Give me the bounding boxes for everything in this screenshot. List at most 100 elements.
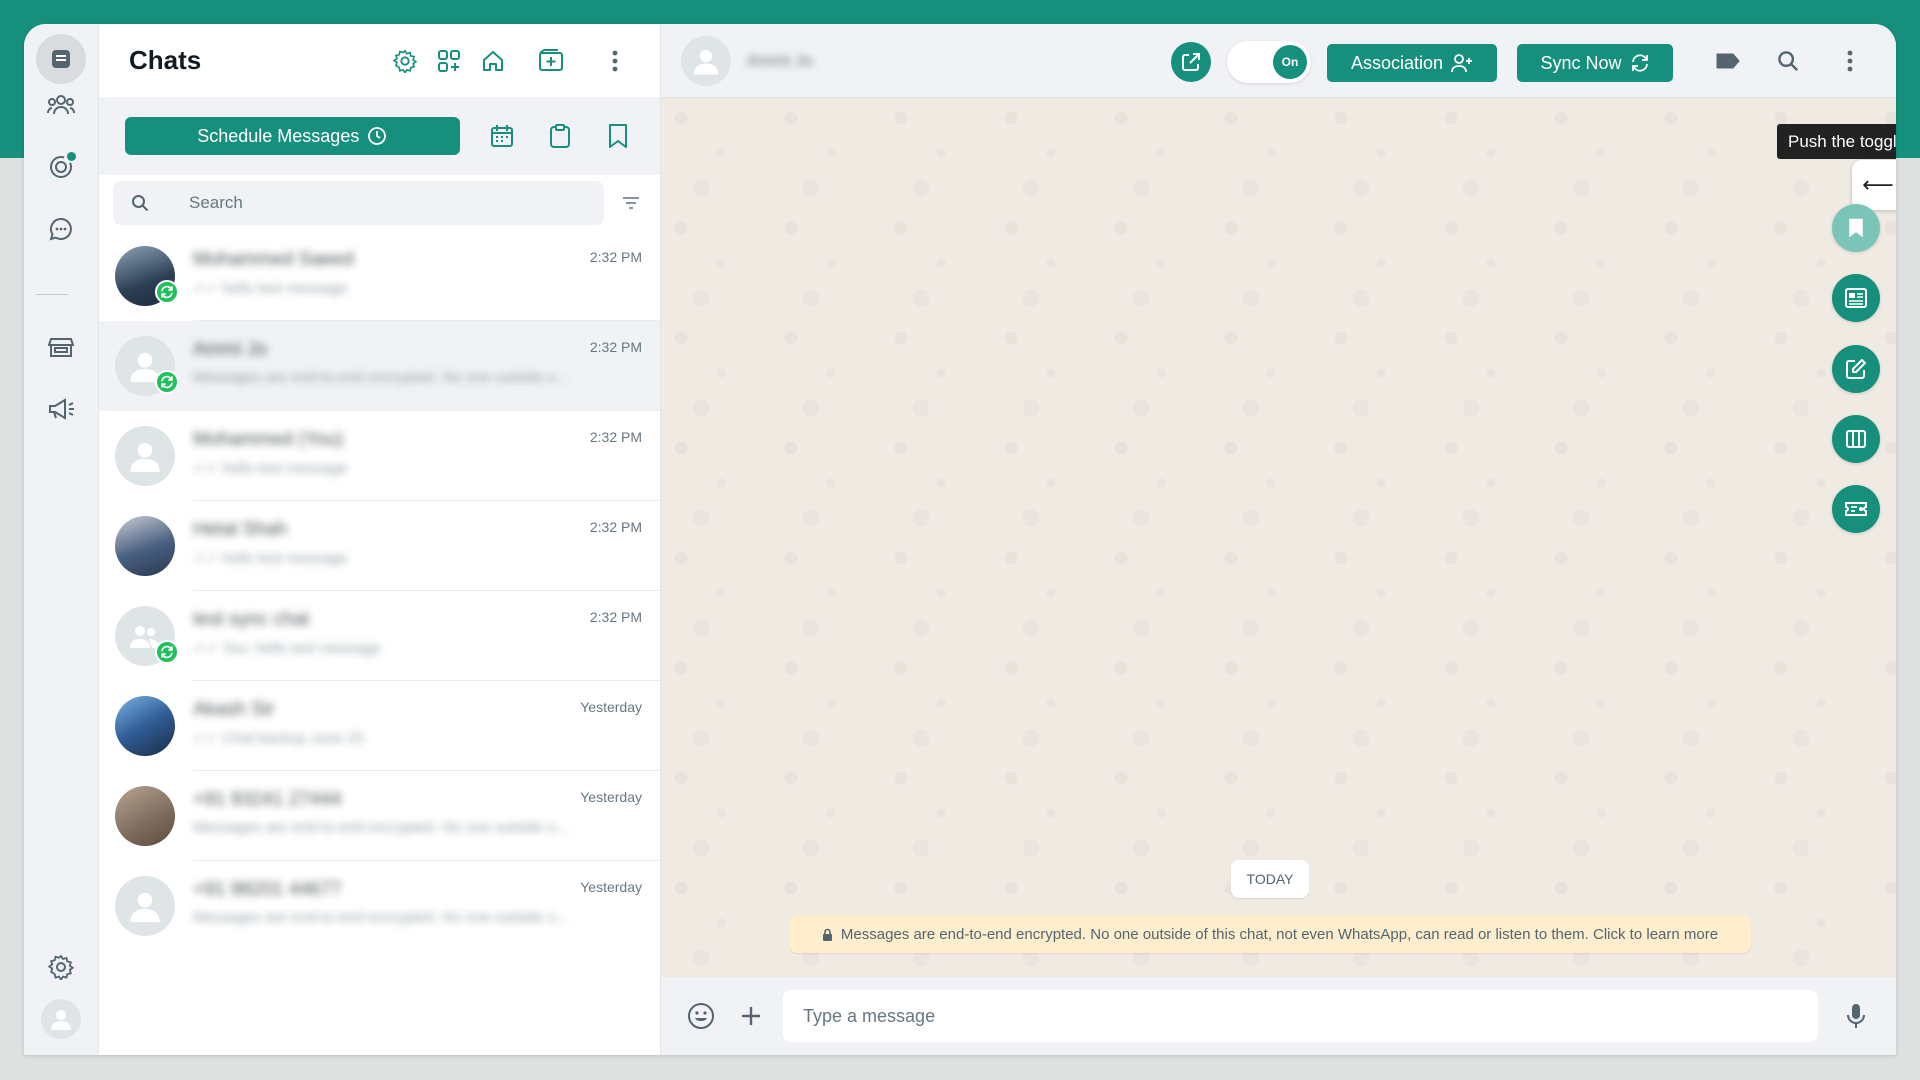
add-user-icon <box>1451 54 1473 73</box>
contact-name[interactable]: Ammi Jo <box>747 51 1876 71</box>
filter-button[interactable] <box>616 188 646 218</box>
chat-name: Mohammed Saeed <box>193 249 354 270</box>
chat-timestamp: Yesterday <box>580 879 642 895</box>
megaphone-icon <box>49 398 74 420</box>
association-label: Association <box>1350 52 1444 73</box>
encryption-notice[interactable]: Messages are end-to-end encrypted. No on… <box>789 915 1751 953</box>
sync-toggle[interactable]: On <box>1227 41 1311 83</box>
user-icon <box>693 49 719 75</box>
chat-list-item[interactable]: Akash Sir ✓✓ Chat backup June 25 Yesterday <box>99 681 660 771</box>
chat-avatar <box>115 336 179 396</box>
chats-icon <box>52 50 70 68</box>
chat-avatar <box>115 786 175 846</box>
chat-timestamp: Yesterday <box>580 699 642 715</box>
sync-now-button[interactable]: Sync Now <box>1517 44 1673 82</box>
edit-fab[interactable] <box>1832 345 1880 393</box>
chat-preview: ✓✓ hello test message <box>193 550 348 567</box>
chat-avatar <box>115 876 175 936</box>
voice-message-button[interactable] <box>1838 998 1874 1034</box>
chat-list-item[interactable]: +91 93241 27444 Messages are end-to-end e… <box>99 771 660 861</box>
kebab-menu-icon <box>612 50 618 71</box>
contact-avatar[interactable] <box>681 35 731 86</box>
people-icon <box>47 95 75 115</box>
schedule-messages-button[interactable]: Schedule Messages <box>125 117 460 155</box>
chat-name: Mohammed (You) <box>193 429 344 450</box>
user-icon <box>51 1010 71 1030</box>
arrow-left-icon: ⟵ <box>1862 172 1894 197</box>
rail-communities-button[interactable] <box>36 204 86 254</box>
chat-info: Mohammed (You) ✓✓ hello test message 2:32 … <box>193 411 660 501</box>
chat-list-item[interactable]: Hetal Shah ✓✓ hello test message 2:32 PM <box>99 501 660 591</box>
notes-fab[interactable] <box>1832 274 1880 322</box>
rail-contacts-button[interactable] <box>36 80 86 130</box>
chat-avatar <box>115 426 175 486</box>
attach-button[interactable] <box>733 998 769 1034</box>
chat-avatar <box>115 516 175 576</box>
chat-info: Ammi Jo Messages are end-to-end encrypted… <box>193 321 660 411</box>
label-button[interactable] <box>1713 46 1743 76</box>
ticket-fab[interactable] <box>1832 485 1880 533</box>
calendar-icon <box>490 125 513 147</box>
rail-chats-button[interactable] <box>36 34 86 84</box>
chat-wallpaper <box>661 98 1896 977</box>
rail-broadcast-button[interactable] <box>36 384 86 434</box>
new-tab-button[interactable] <box>536 46 566 76</box>
chat-preview: ✓✓ hello test message <box>193 280 348 297</box>
conversation-panel: Ammi Jo On Association Sync Now ⟵ Push t… <box>661 24 1896 1055</box>
chat-avatar <box>115 246 179 306</box>
chat-list-item[interactable]: +91 98201 44677 Messages are end-to-end e… <box>99 861 660 951</box>
emoji-button[interactable] <box>683 998 719 1034</box>
clipboard-button[interactable] <box>544 119 576 153</box>
schedule-toolbar: Schedule Messages <box>99 97 660 175</box>
search-icon <box>132 195 149 212</box>
chat-timestamp: 2:32 PM <box>589 429 642 445</box>
side-panel-toggle[interactable]: ⟵ <box>1852 160 1896 210</box>
kebab-menu-icon <box>1847 50 1853 72</box>
external-link-icon <box>1182 53 1200 71</box>
chat-list-item[interactable]: Mohammed Saeed ✓✓ hello test message 2:32 … <box>99 231 660 321</box>
clipboard-icon <box>549 124 570 148</box>
chat-list-item[interactable]: Ammi Jo Messages are end-to-end encrypted… <box>99 321 660 411</box>
chat-list-item[interactable]: Mohammed (You) ✓✓ hello test message 2:32 … <box>99 411 660 501</box>
columns-fab[interactable] <box>1832 415 1880 463</box>
conversation-menu-button[interactable] <box>1835 46 1865 76</box>
chat-info: +91 98201 44677 Messages are end-to-end e… <box>193 861 660 951</box>
chat-list: Mohammed Saeed ✓✓ hello test message 2:32 … <box>99 231 660 951</box>
rail-settings-button[interactable] <box>36 942 86 992</box>
rail-status-button[interactable] <box>36 142 86 192</box>
chat-list-item[interactable]: test sync chat ✓✓ You: hello test message… <box>99 591 660 681</box>
search-row <box>99 175 660 231</box>
left-rail <box>24 24 99 1055</box>
columns-icon <box>1846 430 1866 448</box>
rail-profile-button[interactable] <box>36 994 86 1044</box>
app-window: Chats Schedule Messages Search Mohammed … <box>24 24 1896 1055</box>
chat-list-menu-button[interactable] <box>600 46 630 76</box>
chat-timestamp: 2:32 PM <box>589 249 642 265</box>
add-box-icon <box>539 48 563 71</box>
settings-gear-button[interactable] <box>390 46 420 76</box>
sync-badge-icon <box>155 280 179 304</box>
home-button[interactable] <box>478 46 508 76</box>
calendar-button[interactable] <box>486 119 518 153</box>
gear-icon <box>393 49 417 73</box>
sync-toggle-knob: On <box>1273 45 1307 79</box>
message-input[interactable] <box>783 990 1818 1042</box>
search-input[interactable] <box>189 193 489 213</box>
apps-grid-button[interactable] <box>434 46 464 76</box>
chat-preview: Messages are end-to-end encrypted. No on… <box>193 369 569 386</box>
status-unread-dot <box>67 152 76 161</box>
rail-store-button[interactable] <box>36 322 86 372</box>
chat-timestamp: 2:32 PM <box>589 609 642 625</box>
chat-name: Akash Sir <box>193 699 275 720</box>
saved-bookmark-fab[interactable] <box>1832 204 1880 252</box>
gear-icon <box>48 954 74 980</box>
schedule-messages-label: Schedule Messages <box>197 125 360 146</box>
chat-name: Hetal Shah <box>193 519 288 540</box>
open-external-button[interactable] <box>1171 42 1211 82</box>
association-button[interactable]: Association <box>1327 44 1497 82</box>
home-icon <box>483 50 503 71</box>
bookmark-button[interactable] <box>602 119 634 153</box>
conversation-search-button[interactable] <box>1773 46 1803 76</box>
ticket-icon <box>1845 502 1867 516</box>
microphone-icon <box>1847 1004 1865 1028</box>
